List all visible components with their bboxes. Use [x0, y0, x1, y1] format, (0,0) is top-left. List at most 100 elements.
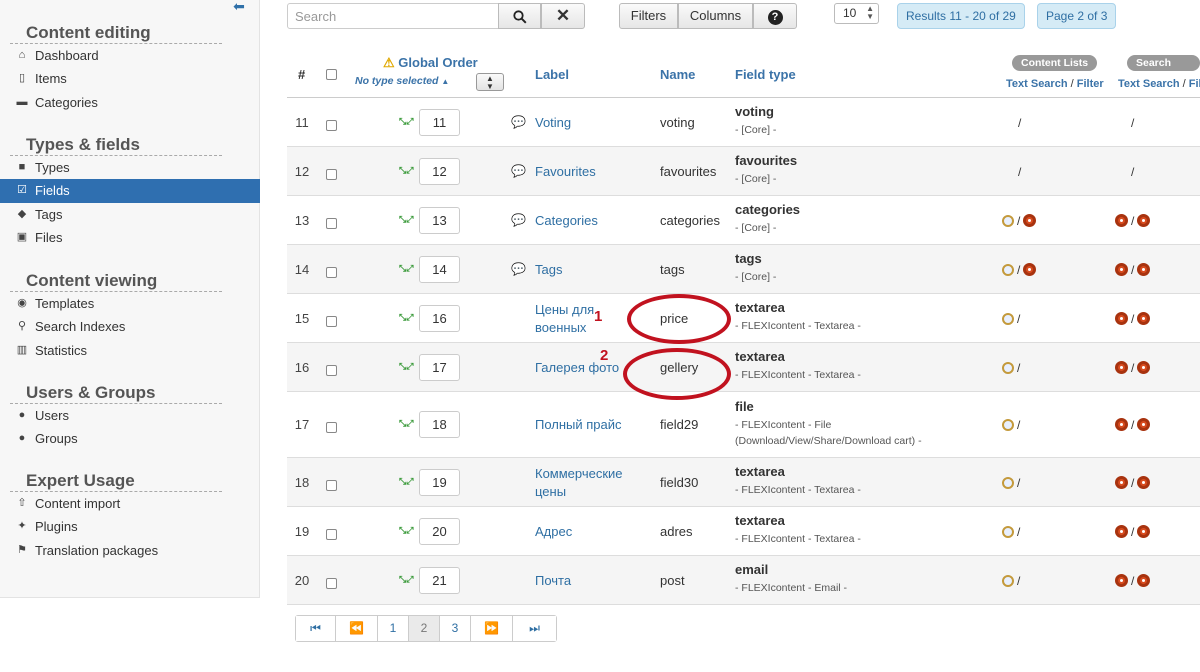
field-type-name: email	[735, 562, 769, 577]
field-type-name: textarea	[735, 349, 785, 364]
order-input[interactable]: 19	[419, 469, 460, 496]
field-name: voting	[660, 115, 695, 130]
order-input[interactable]: 12	[419, 158, 460, 185]
help-button[interactable]: ?	[753, 3, 797, 29]
order-input[interactable]: 18	[419, 411, 460, 438]
slash-separator: /	[1017, 573, 1021, 588]
drag-handle-icon[interactable]: ⤡⤢	[399, 476, 413, 487]
table-row: 13 ⤡⤢ 13 💬 Categories categories categories - […	[287, 196, 1200, 245]
field-label-link[interactable]: Адрес	[535, 523, 635, 541]
slash-separator: /	[1131, 115, 1135, 130]
disabled-dot-icon	[1023, 214, 1037, 228]
last-page-button[interactable]: ⏭	[513, 616, 556, 641]
sidebar-item-tags[interactable]: ◆ Tags	[0, 203, 260, 226]
page-link-1[interactable]: 1	[378, 616, 409, 641]
sidebar-item-search-indexes[interactable]: ⚲ Search Indexes	[0, 315, 260, 338]
row-checkbox[interactable]	[326, 365, 337, 376]
drag-handle-icon[interactable]: ⤡⤢	[399, 312, 413, 323]
collapse-sidebar-icon[interactable]: ⬅	[231, 0, 247, 14]
drag-handle-icon[interactable]: ⤡⤢	[399, 525, 413, 536]
sidebar-item-dashboard[interactable]: ⌂ Dashboard	[0, 44, 260, 67]
field-name: categories	[660, 213, 720, 228]
first-page-button[interactable]: ⏮	[296, 616, 336, 641]
page-link-2[interactable]: 2	[409, 616, 440, 641]
sidebar-item-content-import[interactable]: ⇧ Content import	[0, 492, 260, 515]
row-checkbox[interactable]	[326, 316, 337, 327]
disabled-dot-icon	[1115, 574, 1128, 588]
row-checkbox[interactable]	[326, 480, 337, 491]
sidebar-item-templates[interactable]: ◉ Templates	[0, 292, 260, 315]
header-global-order[interactable]: ⚠ Global Order	[383, 55, 478, 71]
row-number: 11	[295, 115, 309, 130]
row-checkbox[interactable]	[326, 218, 337, 229]
no-type-selected-link[interactable]: No type selected ▲	[355, 75, 449, 87]
row-checkbox[interactable]	[326, 578, 337, 589]
sidebar-item-plugins[interactable]: ✦ Plugins	[0, 515, 260, 538]
order-input[interactable]: 17	[419, 354, 460, 381]
sidebar-item-types[interactable]: ■ Types	[0, 156, 260, 179]
order-input[interactable]: 16	[419, 305, 460, 332]
order-input[interactable]: 14	[419, 256, 460, 283]
pagination: ⏮ ⏪ 1 2 3 ⏩ ⏭	[295, 615, 557, 642]
list-limit-select[interactable]: 10 ▲ ▼	[834, 3, 879, 24]
drag-handle-icon[interactable]: ⤡⤢	[399, 361, 413, 372]
order-input[interactable]: 11	[419, 109, 460, 136]
field-label-link[interactable]: Tags	[535, 261, 635, 279]
order-input[interactable]: 13	[419, 207, 460, 234]
drag-handle-icon[interactable]: ⤡⤢	[399, 574, 413, 585]
field-label-link[interactable]: Почта	[535, 572, 635, 590]
sidebar-item-translation-packages[interactable]: ⚑ Translation packages	[0, 539, 260, 562]
drag-handle-icon[interactable]: ⤡⤢	[399, 116, 413, 127]
header-label[interactable]: Label	[535, 67, 569, 82]
search-input[interactable]	[287, 3, 499, 29]
field-label-link[interactable]: Favourites	[535, 163, 635, 181]
sidebar-item-items[interactable]: ▯ Items	[0, 67, 260, 90]
search-view-filter-label: Filter	[1188, 78, 1200, 90]
table-row: 15 ⤡⤢ 16 Цены для военных price textarea - FLE…	[287, 294, 1200, 343]
field-type: textarea - FLEXIcontent - Textarea -	[735, 464, 945, 498]
sidebar-item-label: Statistics	[35, 342, 88, 358]
order-select-button[interactable]: ▲ ▼	[476, 73, 504, 91]
field-label-link[interactable]: Галерея фото	[535, 359, 635, 377]
sidebar-item-files[interactable]: ▣ Files	[0, 226, 260, 249]
field-label-link[interactable]: Categories	[535, 212, 635, 230]
next-page-button[interactable]: ⏩	[471, 616, 513, 641]
first-page-icon: ⏮	[310, 621, 321, 635]
page-link-3[interactable]: 3	[440, 616, 471, 641]
content-lists-flags: /	[1002, 523, 1052, 539]
drag-handle-icon[interactable]: ⤡⤢	[399, 263, 413, 274]
order-input[interactable]: 20	[419, 518, 460, 545]
sidebar-item-fields[interactable]: ☑ Fields	[0, 179, 260, 203]
sidebar-item-groups[interactable]: ● Groups	[0, 427, 260, 450]
row-checkbox[interactable]	[326, 422, 337, 433]
field-label-link[interactable]: Цены для военных	[535, 301, 635, 337]
order-input[interactable]: 21	[419, 567, 460, 594]
drag-handle-icon[interactable]: ⤡⤢	[399, 165, 413, 176]
drag-handle-icon[interactable]: ⤡⤢	[399, 214, 413, 225]
row-checkbox[interactable]	[326, 169, 337, 180]
sidebar-item-categories[interactable]: ▬ Categories	[0, 91, 260, 114]
search-button[interactable]	[498, 3, 541, 29]
row-checkbox[interactable]	[326, 120, 337, 131]
sidebar-section: Expert Usage ⇧ Content import ✦ Plugins ⚑ Tran…	[0, 470, 260, 562]
header-field-type[interactable]: Field type	[735, 67, 796, 82]
select-all-checkbox[interactable]	[326, 69, 337, 80]
drag-handle-icon[interactable]: ⤡⤢	[399, 418, 413, 429]
field-label-link[interactable]: Полный прайс	[535, 416, 635, 434]
sidebar-item-label: Search Indexes	[35, 319, 126, 335]
columns-button[interactable]: Columns	[678, 3, 753, 29]
prev-page-button[interactable]: ⏪	[336, 616, 378, 641]
field-label-link[interactable]: Коммерческие цены	[535, 465, 635, 501]
row-checkbox[interactable]	[326, 267, 337, 278]
filters-button[interactable]: Filters	[619, 3, 678, 29]
header-name[interactable]: Name	[660, 67, 695, 82]
row-checkbox[interactable]	[326, 529, 337, 540]
sidebar-item-statistics[interactable]: ▥ Statistics	[0, 339, 260, 362]
disabled-dot-icon	[1115, 476, 1128, 490]
results-badge: Results 11 - 20 of 29	[897, 3, 1025, 29]
clear-search-button[interactable]: ✕	[541, 3, 585, 29]
text-search-icon	[1002, 418, 1014, 431]
sidebar-item-users[interactable]: ● Users	[0, 404, 260, 427]
field-label-link[interactable]: Voting	[535, 114, 635, 132]
text-search-icon	[1002, 361, 1014, 374]
